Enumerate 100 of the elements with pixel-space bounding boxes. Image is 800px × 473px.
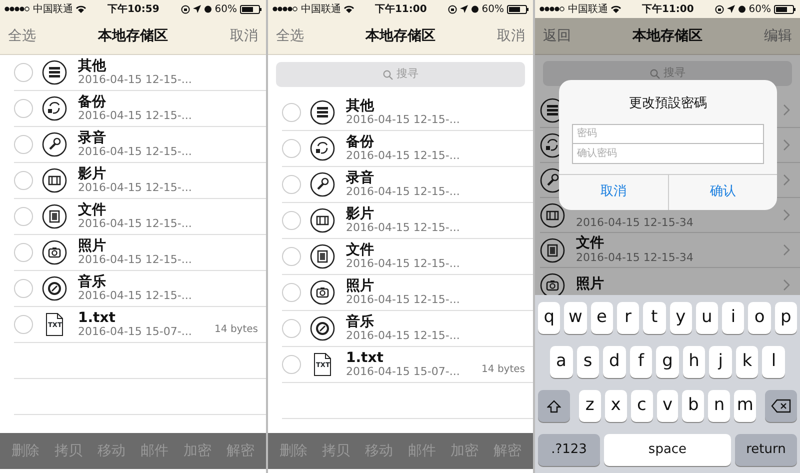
item-date: 2016-04-15 15-07-... (346, 366, 460, 378)
key[interactable]: i (722, 302, 744, 334)
select-circle[interactable] (282, 247, 301, 266)
item-date: 2016-04-15 12-15-34 (576, 252, 694, 264)
signal-icon (4, 6, 30, 12)
select-circle[interactable] (14, 171, 33, 190)
file-size: 14 bytes (214, 323, 258, 337)
key[interactable]: d (603, 346, 626, 378)
select-circle[interactable] (282, 139, 301, 158)
item-name: 其他 (78, 58, 106, 74)
key[interactable]: l (762, 346, 786, 378)
battery-percent: 60% (748, 2, 772, 16)
select-circle[interactable] (14, 243, 33, 262)
item-name: 影片 (346, 206, 374, 222)
backup-icon (310, 136, 335, 161)
screen-title: 本地存储区 (632, 26, 702, 46)
music-disc-icon (42, 276, 67, 301)
key[interactable]: g (656, 346, 679, 378)
key[interactable]: k (736, 346, 758, 378)
key[interactable]: v (656, 390, 678, 422)
select-circle[interactable] (282, 355, 301, 374)
item-date: 2016-04-15 12-15-... (346, 186, 460, 198)
search-icon (382, 70, 392, 80)
item-name: 备份 (78, 94, 106, 110)
key[interactable]: u (696, 302, 718, 334)
rotation-lock-icon (180, 4, 190, 14)
item-date: 2016-04-15 15-07-... (78, 326, 192, 338)
key[interactable]: c (630, 390, 653, 422)
cancel-button[interactable]: 取消 (497, 26, 525, 46)
key[interactable]: m (734, 390, 756, 422)
item-date: 2016-04-15 12-15-... (78, 218, 192, 230)
item-date: 2016-04-15 12-15-... (346, 258, 460, 270)
select-circle[interactable] (14, 315, 33, 334)
select-circle[interactable] (282, 211, 301, 230)
key[interactable]: b (682, 390, 704, 422)
key[interactable]: y (670, 302, 692, 334)
select-circle[interactable] (14, 135, 33, 154)
stack-icon (42, 60, 67, 85)
film-icon (42, 168, 67, 193)
password-field[interactable]: 密码 (572, 124, 764, 144)
backup-icon (42, 96, 67, 121)
item-name: 录音 (346, 170, 374, 186)
key[interactable]: e (590, 302, 613, 334)
status-time: 下午11:00 (642, 2, 694, 16)
item-name: 影片 (78, 166, 106, 182)
dialog-button[interactable]: 确认 (668, 174, 777, 210)
key[interactable]: f (630, 346, 652, 378)
select-all-button[interactable]: 全选 (276, 26, 304, 46)
camera-icon (42, 240, 67, 265)
select-circle[interactable] (282, 319, 301, 338)
dialog-button[interactable]: 取消 (559, 174, 668, 210)
location-icon (460, 5, 468, 13)
item-name: 文件 (78, 202, 106, 218)
item-name: 备份 (346, 134, 374, 150)
select-all-button[interactable]: 全选 (8, 26, 36, 46)
key[interactable]: n (708, 390, 730, 422)
key[interactable]: z (578, 390, 601, 422)
shift-key[interactable] (538, 390, 570, 422)
select-circle[interactable] (14, 279, 33, 298)
select-circle[interactable] (14, 99, 33, 118)
key[interactable]: p (774, 302, 797, 334)
item-name: 文件 (346, 242, 374, 258)
chevron-icon (783, 209, 790, 221)
item-date: 2016-04-15 12-15-... (346, 222, 460, 234)
item-date: 2016-04-15 12-15-... (78, 110, 192, 122)
key[interactable]: a (550, 346, 573, 378)
password-field[interactable]: 确认密码 (572, 144, 764, 164)
delete-key[interactable] (765, 390, 798, 422)
rotation-lock-icon (448, 4, 457, 14)
wifi-icon (611, 5, 621, 13)
key[interactable]: j (709, 346, 732, 378)
select-circle[interactable] (14, 207, 33, 226)
key[interactable]: h (682, 346, 706, 378)
shift-icon (546, 400, 561, 412)
key[interactable]: s (576, 346, 600, 378)
camera-icon (540, 272, 565, 295)
item-name: 1.txt (78, 310, 116, 326)
space-key[interactable]: space (604, 434, 731, 466)
return-key[interactable]: return (735, 434, 797, 466)
battery-icon (774, 4, 796, 14)
cancel-button[interactable]: 取消 (230, 26, 258, 46)
item-name: 1.txt (346, 350, 384, 366)
key[interactable]: o (748, 302, 771, 334)
key[interactable]: q (538, 302, 560, 334)
item-name: 照片 (576, 277, 604, 293)
numbers-key[interactable]: .?123 (538, 434, 600, 466)
search-placeholder: 搜寻 (396, 66, 418, 82)
status-time: 下午10:59 (107, 2, 160, 16)
key[interactable]: r (616, 302, 640, 334)
select-circle[interactable] (14, 63, 33, 82)
key[interactable]: w (564, 302, 587, 334)
film-icon (310, 208, 335, 233)
key[interactable]: x (604, 390, 627, 422)
select-circle[interactable] (282, 175, 301, 194)
document-icon (42, 204, 67, 229)
screen-title: 本地存储区 (366, 26, 436, 46)
select-circle[interactable] (282, 103, 301, 122)
film-icon (540, 202, 565, 228)
select-circle[interactable] (282, 283, 301, 302)
key[interactable]: t (643, 302, 666, 334)
